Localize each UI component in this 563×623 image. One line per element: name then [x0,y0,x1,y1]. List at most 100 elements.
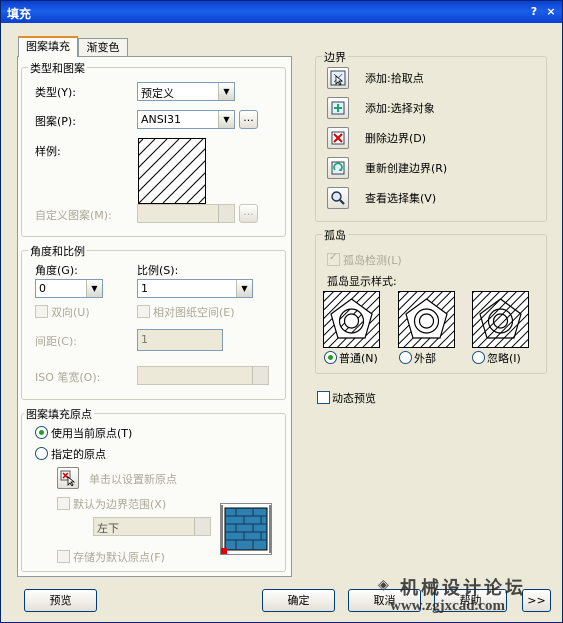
island-normal-radio[interactable] [324,351,337,364]
island-outer-radio[interactable] [399,351,412,364]
brick-wall-icon [221,505,271,554]
view-selections-button[interactable] [327,187,349,209]
origin-preview-image [220,503,272,555]
origin-position-select[interactable]: 左下 [93,517,211,536]
island-outer-preview[interactable] [398,291,455,348]
spacing-input[interactable]: 1 [137,329,223,351]
group-title: 孤岛 [322,227,348,243]
group-title: 类型和图案 [28,60,87,76]
custom-pattern-select[interactable] [137,204,235,223]
chevron-down-icon[interactable]: ▼ [218,111,234,128]
custom-pattern-label: 自定义图案(M): [35,209,112,222]
scale-select[interactable]: 1 ▼ [137,279,253,298]
scale-label: 比例(S): [137,264,179,277]
pick-point-icon [330,70,346,86]
island-outer-label: 外部 [414,352,436,365]
add-select-objects-button[interactable] [327,97,349,119]
select-objects-icon [331,101,345,115]
view-selections-label[interactable]: 查看选择集(V) [365,190,436,206]
spacing-value: 1 [141,333,148,346]
island-outer-icon [399,292,454,347]
remove-boundaries-label[interactable]: 删除边界(D) [365,130,426,146]
relative-paper-checkbox[interactable] [137,305,150,318]
add-pick-points-label[interactable]: 添加:拾取点 [365,70,424,86]
use-current-origin-radio[interactable] [35,426,48,439]
tab-hatch[interactable]: 图案填充 [18,36,78,57]
type-select[interactable]: 预定义 ▼ [137,82,235,101]
chevron-down-icon[interactable]: ▼ [236,280,252,297]
default-extents-label: 默认为边界范围(X) [73,498,167,511]
sample-label: 样例: [35,145,61,158]
checkmark-icon: ✓ [329,252,338,263]
tab-gradient[interactable]: 渐变色 [78,38,128,57]
pattern-select[interactable]: ANSI31 ▼ [137,110,235,129]
island-ignore-label: 忽略(I) [487,352,521,365]
origin-position-value: 左下 [97,522,119,535]
recreate-boundary-label[interactable]: 重新创建边界(R) [365,160,447,176]
spacing-label: 间距(C): [35,335,77,348]
window-title: 填充 [7,7,32,21]
type-label: 类型(Y): [35,86,77,99]
island-ignore-radio[interactable] [472,351,485,364]
angle-select[interactable]: 0 ▼ [35,279,103,298]
custom-browse-label: ... [243,205,254,218]
angle-label: 角度(G): [35,264,78,277]
angle-value: 0 [39,282,46,295]
close-icon[interactable]: × [544,5,558,19]
chevron-down-icon[interactable] [252,367,268,384]
specified-origin-label: 指定的原点 [51,448,106,461]
title-bar: 填充 ? × [1,1,562,23]
dynamic-preview-label: 动态预览 [332,392,376,405]
preview-button[interactable]: 预览 [24,589,97,612]
click-set-origin-button[interactable] [57,467,79,489]
double-label: 双向(U) [51,306,90,319]
click-set-origin-label: 单击以设置新原点 [89,473,177,486]
add-pick-points-button[interactable] [327,67,349,89]
add-select-objects-label[interactable]: 添加:选择对象 [365,100,435,116]
island-style-label: 孤岛显示样式: [327,275,397,288]
watermark-text: 机械设计论坛 [400,578,526,599]
chevron-down-icon[interactable]: ▼ [86,280,102,297]
remove-boundaries-button[interactable] [327,127,349,149]
group-title: 角度和比例 [28,243,87,259]
chevron-down-icon[interactable] [218,205,234,222]
group-title: 边界 [322,49,348,65]
magnifier-icon [331,191,345,205]
pattern-browse-button[interactable]: ... [239,110,258,129]
pattern-browse-label: ... [243,111,254,124]
relative-paper-label: 相对图纸空间(E) [153,306,235,319]
iso-pen-width-select[interactable] [137,366,269,385]
chevron-down-icon[interactable] [194,518,210,535]
specified-origin-radio[interactable] [35,447,48,460]
recreate-boundary-button[interactable] [327,157,349,179]
scale-value: 1 [141,282,148,295]
recreate-boundary-icon [331,161,345,175]
watermark-url: www.zgjxcad.com [390,598,505,614]
island-normal-icon [324,292,379,347]
store-default-origin-checkbox[interactable] [57,550,70,563]
pattern-swatch[interactable] [138,138,206,204]
dynamic-preview-checkbox[interactable] [317,391,330,404]
island-ignore-icon [473,292,528,347]
island-ignore-preview[interactable] [472,291,529,348]
preview-button-label: 预览 [49,594,72,607]
type-value: 预定义 [141,87,174,100]
island-normal-preview[interactable] [323,291,380,348]
tab-gradient-label: 渐变色 [86,41,120,54]
double-checkbox[interactable] [35,305,48,318]
watermark: ◈ 机械设计论坛 www.zgjxcad.com [372,572,562,622]
remove-boundary-icon [331,131,345,145]
island-detection-checkbox[interactable]: ✓ [327,252,340,266]
diamond-icon: ◈ [378,577,389,593]
group-title: 图案填充原点 [24,406,94,422]
pattern-value: ANSI31 [141,113,181,126]
pattern-label: 图案(P): [35,115,76,128]
help-icon[interactable]: ? [527,5,541,19]
hatch-pattern-icon [139,139,205,203]
hatch-tab-panel: 类型和图案 类型(Y): 预定义 ▼ 图案(P): ANSI31 ▼ ... 样… [17,56,292,577]
default-extents-checkbox[interactable] [57,497,70,510]
chevron-down-icon[interactable]: ▼ [218,83,234,100]
ok-button[interactable]: 确定 [262,589,335,612]
custom-browse-button[interactable]: ... [239,204,258,223]
pick-origin-icon [60,470,76,486]
